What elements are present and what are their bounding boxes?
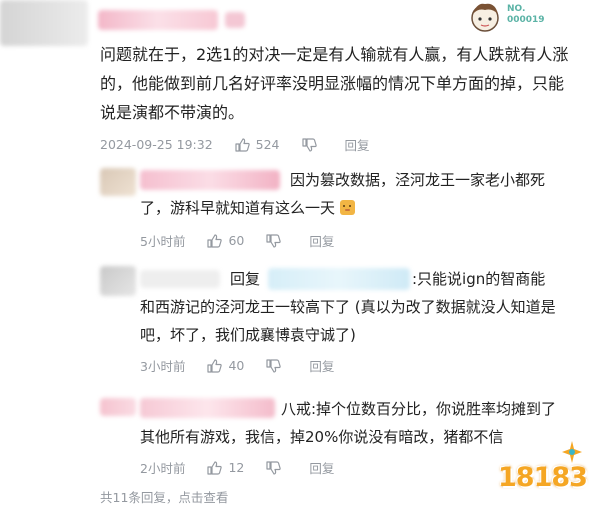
- thumbs-up-icon: [207, 233, 223, 248]
- reply-2-dislike-button[interactable]: [266, 358, 287, 373]
- main-comment-reply-button[interactable]: 回复: [345, 135, 370, 154]
- reply-3-meta: 2小时前 12 回复: [140, 458, 334, 477]
- reply-1-avatar[interactable]: [100, 168, 136, 196]
- fan-badge-avatar-icon: [471, 3, 499, 32]
- thumbs-up-icon: [207, 460, 223, 475]
- reply-3-avatar[interactable]: [100, 398, 136, 416]
- reply-1-meta: 5小时前 60 回复: [140, 231, 334, 250]
- reply-1-text: 因为篡改数据，泾河龙王一家老小都死了，游科早就知道有这么一天: [140, 171, 546, 217]
- main-comment-like-button[interactable]: 524: [235, 137, 280, 152]
- reply-1-time: 5小时前: [140, 234, 186, 249]
- main-comment-timestamp: 2024-09-25 19:32: [100, 137, 213, 152]
- reply-2-text-rest: 和西游记的泾河龙王一较高下了 (真以为改了数据就没人知道是吧，坏了，我们成襄博袁…: [140, 298, 556, 344]
- thumbs-down-icon: [301, 137, 317, 152]
- thumbs-up-icon: [235, 137, 250, 152]
- reply-1-like-count: 60: [228, 233, 245, 248]
- reply-3-dislike-button[interactable]: [266, 460, 287, 475]
- doge-emoji-icon: [339, 200, 355, 215]
- reply-2-target-blurred[interactable]: [268, 268, 410, 290]
- thumbs-down-icon: [266, 358, 282, 373]
- reply-2-meta: 3小时前 40 回复: [140, 356, 334, 375]
- reply-2-text-line1: :只能说ign的智商能: [412, 270, 546, 288]
- reply-3-like-button[interactable]: 12: [207, 460, 244, 475]
- main-comment-like-count: 524: [255, 137, 280, 152]
- reply-2-time: 3小时前: [140, 359, 186, 374]
- reply-3-like-count: 12: [228, 460, 245, 475]
- reply-3-reply-button[interactable]: 回复: [309, 458, 334, 477]
- reply-3-time: 2小时前: [140, 461, 186, 476]
- reply-2-like-count: 40: [228, 358, 245, 373]
- view-all-replies-link[interactable]: 共11条回复，点击查看: [100, 487, 228, 506]
- reply-2-username-blurred[interactable]: [140, 270, 220, 288]
- user-level-blurred: [225, 12, 245, 28]
- thumbs-down-icon: [266, 460, 282, 475]
- username-blurred[interactable]: [98, 10, 218, 30]
- main-comment-text: 问题就在于，2选1的对决一定是有人输就有人赢，有人跌就有人涨的，他能做到前几名好…: [100, 45, 569, 122]
- thumbs-up-icon: [207, 358, 223, 373]
- reply-2-avatar[interactable]: [100, 266, 136, 296]
- reply-2-reply-button[interactable]: 回复: [309, 356, 334, 375]
- reply-2-reply-prefix: 回复: [230, 270, 261, 288]
- fan-badge-number: NO. 000019: [507, 4, 545, 25]
- reply-1-dislike-button[interactable]: [266, 233, 287, 248]
- watermark-text: 18183: [498, 462, 588, 493]
- site-watermark-logo: 18183: [494, 440, 594, 510]
- reply-1-reply-button[interactable]: 回复: [309, 231, 334, 250]
- reply-2-like-button[interactable]: 40: [207, 358, 244, 373]
- avatar[interactable]: [0, 0, 88, 46]
- main-comment-meta: 2024-09-25 19:32 524 回复: [100, 135, 370, 154]
- main-comment-dislike-button[interactable]: [301, 137, 323, 152]
- reply-1-like-button[interactable]: 60: [207, 233, 244, 248]
- sparkle-icon: [562, 441, 582, 463]
- thumbs-down-icon: [266, 233, 282, 248]
- fan-badge: NO. 000019: [467, 0, 557, 34]
